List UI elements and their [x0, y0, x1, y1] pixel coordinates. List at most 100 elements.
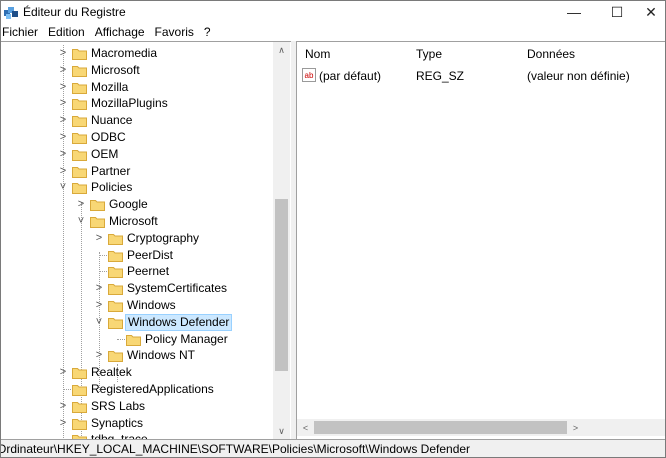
tree-item-label: ODBC: [91, 130, 126, 144]
key-tree-pane: > Macromedia > Microsoft > Mozilla > MozillaPlu…: [1, 41, 291, 440]
menu-edition[interactable]: Edition: [44, 25, 91, 39]
chevron-down-icon[interactable]: ˅: [94, 314, 104, 331]
scroll-left-button[interactable]: <: [297, 419, 314, 436]
chevron-right-icon[interactable]: >: [58, 79, 68, 96]
tree-connector: [99, 271, 107, 273]
menu-affichage[interactable]: Affichage: [91, 25, 151, 39]
tree-item-label: Windows NT: [127, 348, 196, 363]
tree-item-label: Policies: [91, 180, 133, 195]
folder-icon: [72, 166, 87, 178]
chevron-right-icon[interactable]: >: [76, 196, 86, 213]
tree-item[interactable]: ˅ Microsoft: [1, 213, 273, 230]
chevron-right-icon[interactable]: >: [94, 280, 104, 297]
tree-item[interactable]: Peernet: [1, 263, 273, 280]
chevron-right-icon[interactable]: >: [58, 62, 68, 79]
column-header-name[interactable]: Nom: [305, 42, 330, 64]
tree-item[interactable]: ˅ Windows Defender: [1, 313, 273, 331]
tree-item[interactable]: PeerDist: [1, 247, 273, 264]
chevron-right-icon[interactable]: >: [94, 230, 104, 247]
tree-item-label: Macromedia: [91, 46, 158, 60]
tree-item[interactable]: > MozillaPlugins: [1, 95, 273, 112]
tree-item-label: Policy Manager: [145, 331, 228, 346]
tree-item-label: MozillaPlugins: [91, 96, 168, 111]
menu-fichier[interactable]: Fichier: [1, 25, 44, 39]
tree-item[interactable]: ˅ Policies: [1, 179, 273, 196]
chevron-right-icon[interactable]: >: [58, 163, 68, 180]
scroll-right-button[interactable]: >: [567, 419, 584, 436]
tree-item[interactable]: > OEM: [1, 146, 273, 163]
column-header-data[interactable]: Données: [527, 42, 575, 64]
values-list-pane: Nom Type Données ab (par défaut) REG_SZ …: [296, 41, 665, 440]
title-bar[interactable]: Éditeur du Registre — ☐ ✕: [1, 1, 665, 23]
chevron-right-icon[interactable]: >: [58, 398, 68, 415]
value-type: REG_SZ: [416, 69, 465, 83]
tree-item-label: Windows: [127, 298, 176, 312]
chevron-down-icon[interactable]: ˅: [58, 179, 68, 196]
menu-favoris[interactable]: Favoris: [151, 25, 200, 39]
chevron-right-icon[interactable]: >: [58, 146, 68, 163]
tree-item[interactable]: > Microsoft: [1, 62, 273, 79]
value-name: (par défaut): [319, 69, 382, 83]
tree-item[interactable]: > SRS Labs: [1, 398, 273, 415]
value-row[interactable]: ab (par défaut) REG_SZ (valeur non défin…: [297, 68, 665, 85]
tree-item-label: Partner: [91, 163, 131, 178]
chevron-right-icon[interactable]: >: [94, 347, 104, 364]
tree-item[interactable]: > ODBC: [1, 129, 273, 146]
tree-item[interactable]: > Windows NT: [1, 347, 273, 364]
scroll-up-button[interactable]: ∧: [273, 42, 290, 59]
folder-icon: [72, 133, 87, 144]
tree-item-label: Realtek: [91, 365, 132, 380]
tree-item[interactable]: > Cryptography: [1, 230, 273, 247]
menu-bar: Fichier Edition Affichage Favoris ?: [1, 23, 665, 41]
chevron-right-icon[interactable]: >: [58, 95, 68, 112]
tree-item[interactable]: Policy Manager: [1, 331, 273, 348]
chevron-right-icon: >: [572, 422, 579, 433]
tree-item[interactable]: > Synaptics: [1, 415, 273, 432]
chevron-right-icon[interactable]: >: [58, 112, 68, 129]
menu-help[interactable]: ?: [200, 25, 217, 39]
chevron-down-icon[interactable]: ˅: [76, 213, 86, 230]
chevron-down-icon: ∨: [278, 426, 285, 436]
tree-item[interactable]: > Google: [1, 196, 273, 213]
list-horizontal-scrollbar[interactable]: < >: [297, 419, 665, 436]
folder-icon: [90, 200, 105, 212]
folder-icon: [108, 317, 123, 329]
tree-item[interactable]: > Mozilla: [1, 79, 273, 96]
chevron-right-icon[interactable]: >: [58, 415, 68, 432]
tree-item[interactable]: > Nuance: [1, 112, 273, 129]
tree-item[interactable]: > Realtek: [1, 364, 273, 381]
status-path: Ordinateur\HKEY_LOCAL_MACHINE\SOFTWARE\P…: [1, 442, 471, 456]
tree-item[interactable]: > Windows: [1, 297, 273, 314]
status-bar: Ordinateur\HKEY_LOCAL_MACHINE\SOFTWARE\P…: [1, 439, 665, 457]
list-scroll-thumb[interactable]: [314, 421, 567, 434]
folder-icon: [108, 284, 123, 296]
tree-item[interactable]: > Macromedia: [1, 45, 273, 62]
scroll-down-button[interactable]: ∨: [273, 423, 290, 440]
tree-item-label: Google: [109, 197, 148, 212]
tree-item-label: SystemCertificates: [127, 281, 228, 296]
column-header-type[interactable]: Type: [416, 42, 442, 64]
folder-icon: [126, 334, 141, 346]
minimize-icon: —: [567, 4, 581, 20]
chevron-right-icon[interactable]: >: [58, 45, 68, 62]
tree-item-label: RegisteredApplications: [91, 382, 214, 396]
tree-item-label: Cryptography: [127, 230, 200, 245]
chevron-right-icon[interactable]: >: [58, 364, 68, 381]
tree-item-label: Peernet: [127, 264, 170, 279]
chevron-right-icon[interactable]: >: [58, 129, 68, 146]
minimize-button[interactable]: —: [556, 1, 592, 23]
chevron-right-icon[interactable]: >: [94, 297, 104, 314]
tree-item-label: PeerDist: [127, 247, 174, 262]
close-button[interactable]: ✕: [633, 1, 665, 23]
tree-item-label: OEM: [91, 146, 119, 161]
tree-item[interactable]: RegisteredApplications: [1, 381, 273, 398]
folder-icon: [72, 65, 87, 77]
tree-vertical-scrollbar[interactable]: ∧ ∨: [273, 42, 290, 440]
folder-icon: [108, 301, 123, 312]
maximize-button[interactable]: ☐: [599, 1, 635, 23]
tree-item[interactable]: > Partner: [1, 163, 273, 180]
tree-scroll-thumb[interactable]: [275, 199, 288, 371]
tree-item[interactable]: > SystemCertificates: [1, 280, 273, 297]
folder-icon: [72, 116, 87, 128]
tree-item-label: Mozilla: [91, 79, 129, 94]
